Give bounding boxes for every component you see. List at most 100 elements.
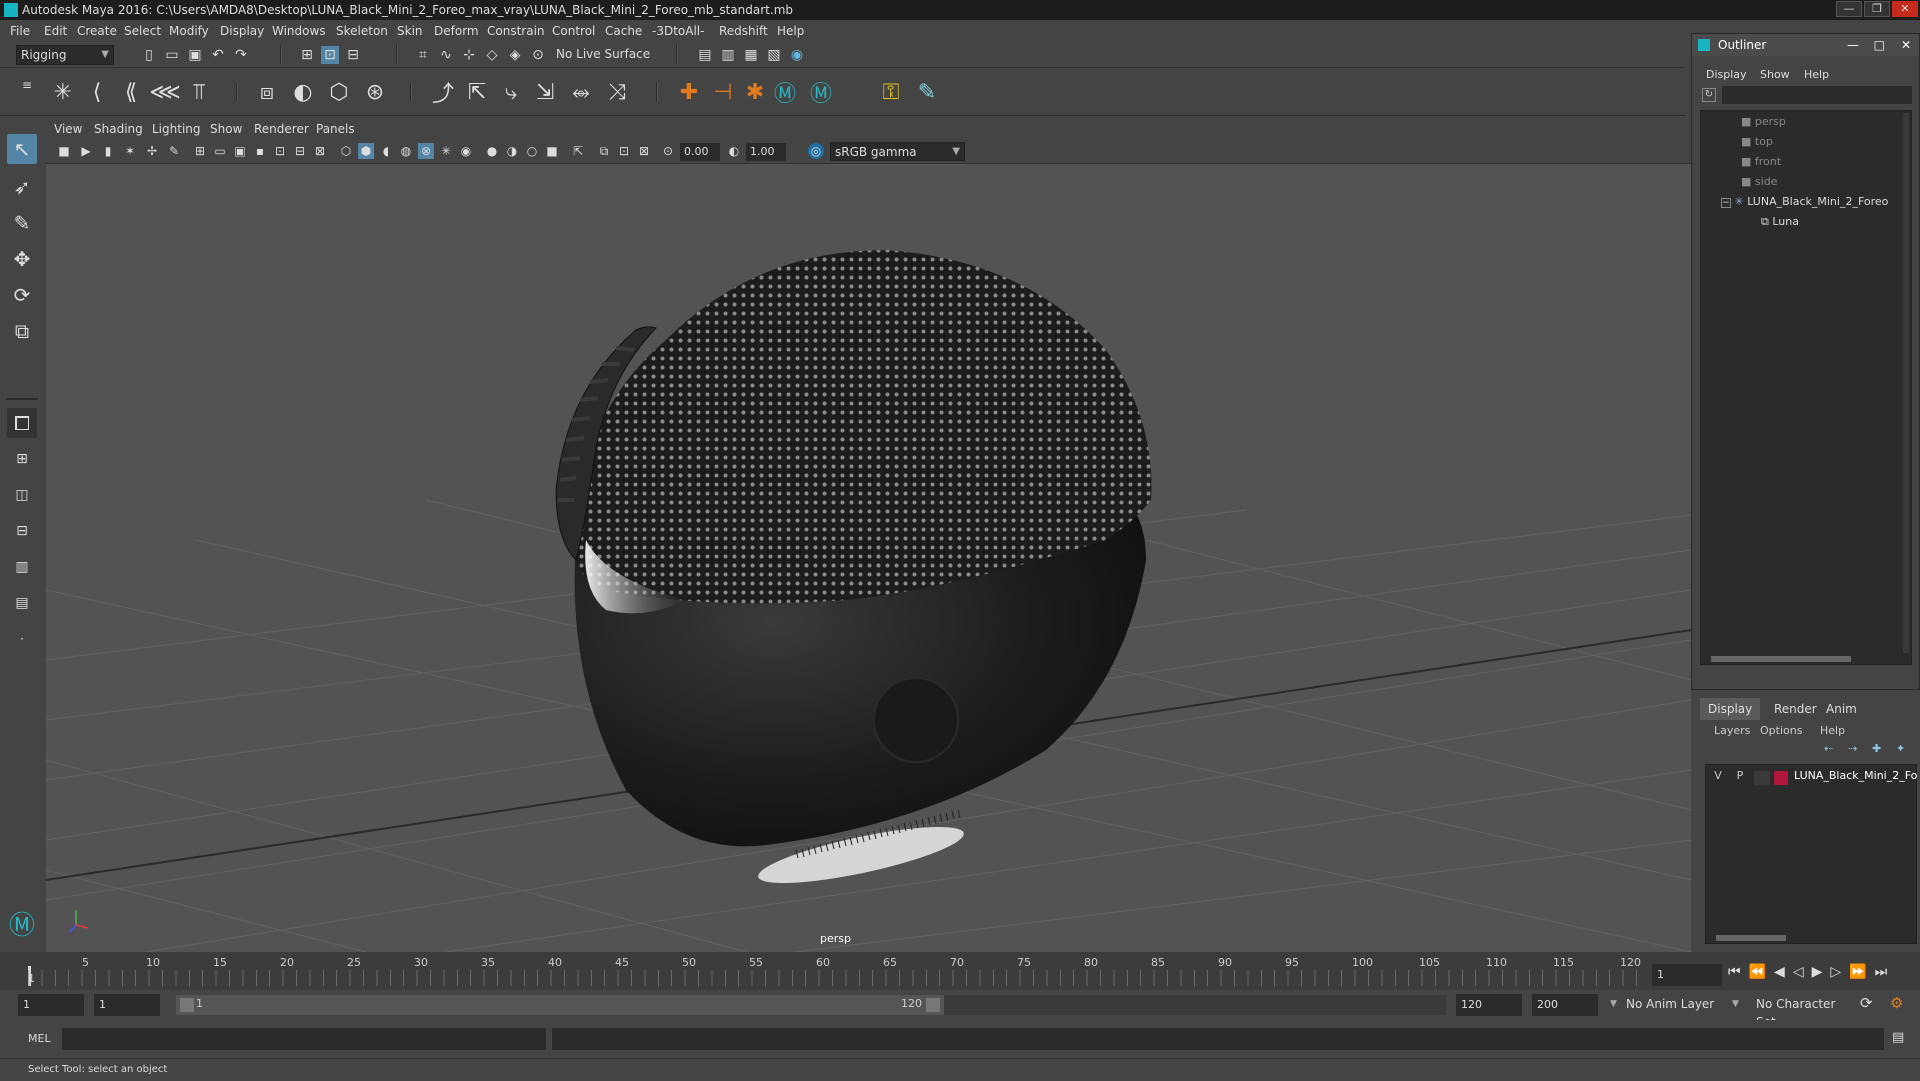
maximize-button[interactable]: ❐ [1864,1,1890,17]
color-management-icon[interactable]: ◎ [808,143,824,159]
outliner-filter-icon[interactable]: ↻ [1702,88,1716,102]
grease-pencil-icon[interactable]: ✎ [166,143,182,159]
outliner-item-persp[interactable]: ■ persp [1741,113,1786,131]
character-controls-icon[interactable]: Ⓜ [806,78,836,107]
outliner-item-top[interactable]: ■ top [1741,133,1773,151]
layers-menu-layers[interactable]: Layers [1714,724,1750,737]
textured-icon[interactable]: ⊗ [418,143,434,159]
menu-select[interactable]: Select [124,24,161,38]
single-view-icon[interactable]: ⧠ [7,408,37,438]
minimize-button[interactable]: — [1836,1,1862,17]
tab-anim[interactable]: Anim [1818,698,1865,720]
mel-label[interactable]: MEL [28,1032,51,1045]
render-current-icon[interactable]: ▤ [696,46,714,64]
menu-3dtoall[interactable]: -3DtoAll- [652,24,704,38]
select-tool-icon[interactable]: ↖ [7,134,37,164]
four-view-icon[interactable]: ⊞ [7,444,37,474]
point-constraint-icon[interactable]: ⇱ [462,78,492,106]
live-surface-field[interactable]: No Live Surface [552,45,652,65]
skeleton-icon[interactable]: ✱ [740,78,770,106]
vp-menu-show[interactable]: Show [210,122,242,136]
screen-space-ao-icon[interactable]: ● [484,143,500,159]
layer-name[interactable]: LUNA_Black_Mini_2_Fo [1794,769,1917,782]
timeline-ruler[interactable]: 1 5 10 15 20 25 30 35 40 45 50 55 60 65 … [28,952,1645,986]
menu-help[interactable]: Help [777,24,804,38]
shadows-icon[interactable]: ◉ [458,143,474,159]
outliner-item-front[interactable]: ■ front [1741,153,1781,171]
xray-joints-icon[interactable]: ⊡ [616,143,632,159]
menu-create[interactable]: Create [77,24,117,38]
new-scene-icon[interactable]: ▯ [140,46,158,64]
menu-redshift[interactable]: Redshift [719,24,768,38]
collapse-icon[interactable]: − [1721,198,1731,208]
persp-graph-icon[interactable]: ▤ [7,588,37,618]
menu-constrain[interactable]: Constrain [487,24,545,38]
vp-menu-renderer[interactable]: Renderer [254,122,309,136]
animation-end-field[interactable]: 200 [1532,994,1598,1016]
grid-toggle-icon[interactable]: ⊞ [192,143,208,159]
ik-handle-icon[interactable]: ⟨ [82,78,112,106]
parent-constraint-icon[interactable]: ⤴ [428,78,458,107]
character-set-dropdown[interactable]: ▼ No Character Set [1732,995,1842,1029]
luna-model[interactable] [555,250,1152,894]
auto-key-icon[interactable]: ⟳ [1860,994,1873,1012]
animation-start-field[interactable]: 1 [18,994,84,1016]
vp-menu-panels[interactable]: Panels [316,122,355,136]
camera-attr-icon[interactable]: ▶ [78,143,94,159]
menu-cache[interactable]: Cache [605,24,642,38]
menu-skeleton[interactable]: Skeleton [336,24,388,38]
2d-pan-icon[interactable]: ✢ [144,143,160,159]
wireframe-icon[interactable]: ⬡ [338,143,354,159]
select-hierarchy-icon[interactable]: ⊞ [298,46,316,64]
menu-edit[interactable]: Edit [44,24,67,38]
move-tool-icon[interactable]: ✥ [7,244,37,274]
new-layer-icon[interactable]: ✚ [1872,742,1881,755]
film-gate-icon[interactable]: ▭ [212,143,228,159]
layer-type-toggle[interactable] [1754,771,1770,785]
menu-display[interactable]: Display [220,24,264,38]
select-object-icon[interactable]: ⊡ [321,46,339,64]
tab-render[interactable]: Render [1766,698,1825,720]
safe-title-icon[interactable]: ⊠ [312,143,328,159]
menu-file[interactable]: File [10,24,30,38]
snap-plane-icon[interactable]: ◇ [483,46,501,64]
step-forward-frame-icon[interactable]: ▷ [1830,964,1849,980]
shelf-menu-icon[interactable]: ≡ [18,76,36,94]
ik-spline-icon[interactable]: ⟪ [116,78,146,106]
menu-deform[interactable]: Deform [434,24,479,38]
layer-row[interactable]: V P LUNA_Black_Mini_2_Fo [1708,769,1917,787]
outliner-search-input[interactable] [1722,86,1912,104]
paint-skin-icon[interactable]: ✎ [912,78,942,106]
control-curve-icon[interactable]: ⊣ [708,78,738,106]
render-settings-icon[interactable]: ▦ [742,46,760,64]
layers-menu-help[interactable]: Help [1820,724,1845,737]
range-end-grip[interactable] [926,998,940,1012]
select-component-icon[interactable]: ⊟ [344,46,362,64]
step-back-key-icon[interactable]: ⏪ [1749,964,1774,980]
outliner-item-luna-group[interactable]: − ✳ LUNA_Black_Mini_2_Foreo [1721,193,1888,211]
maximize-icon[interactable]: □ [1874,34,1885,56]
outliner-menu-show[interactable]: Show [1760,68,1790,81]
outliner-item-luna[interactable]: ⧉ Luna [1761,213,1799,231]
camera-select-icon[interactable]: ■ [56,143,72,159]
outliner-menu-help[interactable]: Help [1804,68,1829,81]
layer-color-swatch[interactable] [1774,771,1788,785]
joint-tool-icon[interactable]: ✳ [48,78,78,106]
color-space-dropdown[interactable]: sRGB gamma ▼ [830,142,965,161]
locator-icon[interactable]: ✚ [674,78,704,106]
gate-mask-icon[interactable]: ▪ [252,143,268,159]
gamma-icon[interactable]: ◐ [726,143,742,159]
layer-visibility-toggle[interactable]: V [1710,769,1726,782]
step-forward-key-icon[interactable]: ⏩ [1849,964,1874,980]
current-frame-field[interactable]: 1 [1652,964,1722,986]
redo-icon[interactable]: ↷ [232,46,250,64]
vp-menu-shading[interactable]: Shading [94,122,143,136]
paint-select-icon[interactable]: ✎ [7,208,37,238]
persp-outliner-icon[interactable]: ▥ [7,552,37,582]
menuset-dropdown[interactable]: Rigging ▼ [16,45,114,65]
menu-control[interactable]: Control [552,24,595,38]
depth-of-field-icon[interactable]: ■ [544,143,560,159]
quick-rig-icon[interactable]: ⫪ [184,78,214,106]
snap-surface-icon[interactable]: ◈ [506,46,524,64]
layer-move-down-icon[interactable]: ⇢ [1848,742,1857,755]
